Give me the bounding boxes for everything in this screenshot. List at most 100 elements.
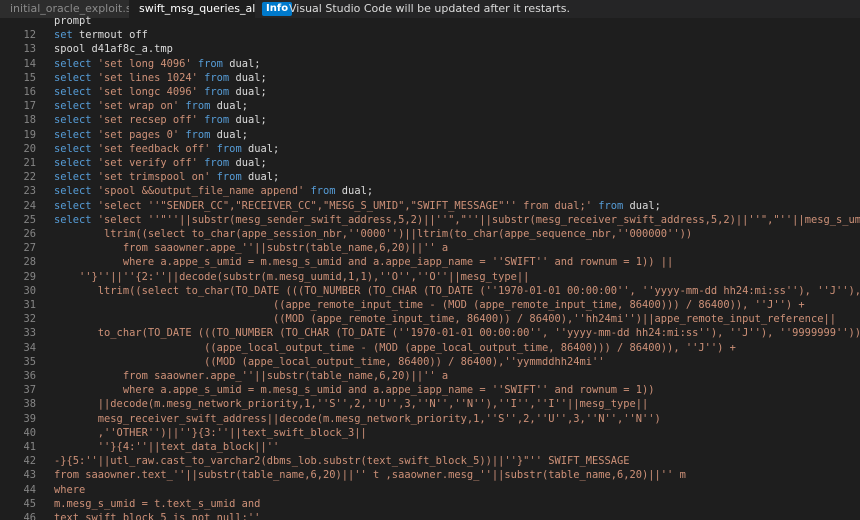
code-token: 'set recsep off'	[97, 114, 198, 127]
code-line[interactable]: 39 mesg_receiver_swift_address||decode(m…	[0, 412, 860, 426]
code-text: ''}''||''{2:''||decode(substr(m.mesg_uum…	[54, 270, 529, 284]
line-number: 23	[23, 185, 36, 198]
code-line[interactable]: 18 select 'set recsep off' from dual;	[0, 113, 860, 127]
code-token: dual;	[335, 185, 374, 198]
code-token: spool d41af8c_a.tmp	[54, 43, 173, 56]
code-line[interactable]: 33 to_char(TO_DATE (((TO_NUMBER (TO_CHAR…	[0, 326, 860, 340]
code-line[interactable]: 44 where	[0, 483, 860, 497]
code-token: 'select ''"SENDER_CC","RECEIVER_CC","MES…	[97, 199, 592, 212]
code-token: 'set lines 1024'	[97, 71, 198, 84]
code-line[interactable]: 45 m.mesg_s_umid = t.text_s_umid and	[0, 497, 860, 511]
code-token: dual;	[222, 57, 261, 70]
code-text: select 'set feedback off' from dual;	[54, 142, 279, 156]
code-line[interactable]: 16 select 'set longc 4096' from dual;	[0, 85, 860, 99]
code-line[interactable]: 12 set termout off	[0, 28, 860, 42]
code-line[interactable]: prompt	[0, 14, 860, 28]
line-number: 33	[23, 327, 36, 340]
code-line[interactable]: 46 text_swift_block_5 is not null;''	[0, 511, 860, 520]
line-number: 14	[23, 57, 36, 70]
code-line[interactable]: 19 select 'set pages 0' from dual;	[0, 128, 860, 142]
code-line[interactable]: 20 select 'set feedback off' from dual;	[0, 142, 860, 156]
line-number: 24	[23, 199, 36, 212]
line-number: 12	[23, 29, 36, 42]
code-line[interactable]: 13 spool d41af8c_a.tmp	[0, 42, 860, 56]
code-token: 'select ''"''||substr(mesg_sender_swift_…	[97, 213, 860, 226]
code-text: ((appe_local_output_time - (MOD (appe_lo…	[54, 341, 736, 355]
code-token: dual;	[241, 171, 280, 184]
line-number: 22	[23, 171, 36, 184]
code-line[interactable]: 14 select 'set long 4096' from dual;	[0, 57, 860, 71]
line-number: 28	[23, 256, 36, 269]
code-token: dual;	[241, 142, 280, 155]
code-token: dual;	[229, 86, 267, 98]
code-token: select	[54, 128, 98, 141]
code-token: 'set longc 4096'	[97, 86, 198, 98]
code-line[interactable]: 27 from saaowner.appe_''||substr(table_n…	[0, 241, 860, 255]
code-token: ''}{4:''||text_data_block||''	[54, 441, 280, 453]
code-token: select	[54, 157, 98, 169]
code-token: mesg_receiver_swift_address||decode(m.me…	[54, 412, 661, 425]
code-token: 'set verify off'	[97, 157, 198, 169]
line-number: 43	[23, 469, 36, 482]
line-number: 20	[23, 142, 36, 155]
code-text: ((MOD (appe_remote_input_time, 86400)) /…	[54, 312, 836, 326]
code-editor[interactable]: prompt 12 set termout off 13 spool d41af8c_a…	[0, 14, 860, 520]
code-text: ''}{4:''||text_data_block||''	[54, 440, 279, 454]
code-line[interactable]: 29 ''}''||''{2:''||decode(substr(m.mesg_…	[0, 270, 860, 284]
code-text: from saaowner.appe_''||substr(table_name…	[54, 369, 448, 383]
code-line[interactable]: 30 ltrim((select to_char(TO_DATE (((TO_N…	[0, 284, 860, 298]
line-number: 40	[23, 426, 36, 439]
code-token: select	[54, 57, 98, 70]
line-number: 44	[23, 483, 36, 496]
code-token: -}{5:''||utl_raw.cast_to_varchar2(dbms_l…	[54, 455, 630, 468]
code-text: spool d41af8c_a.tmp	[54, 42, 173, 56]
line-number: 30	[23, 284, 36, 297]
line-number: 32	[23, 313, 36, 326]
code-token: ((MOD (appe_remote_input_time, 86400)) /…	[54, 313, 836, 326]
code-token: prompt	[54, 15, 92, 27]
code-line[interactable]: 35 ((MOD (appe_local_output_time, 86400)…	[0, 355, 860, 369]
line-number: 41	[23, 441, 36, 453]
code-line[interactable]: 28 where a.appe_s_umid = m.mesg_s_umid a…	[0, 255, 860, 269]
code-token: 'spool &&output_file_name append'	[97, 185, 305, 198]
code-token: select	[54, 100, 98, 113]
code-text: select 'set wrap on' from dual;	[54, 99, 248, 113]
code-token: dual;	[229, 71, 267, 84]
code-line[interactable]: 23 select 'spool &&output_file_name appen…	[0, 184, 860, 198]
code-token: select	[54, 142, 98, 155]
code-line[interactable]: 26 ltrim((select to_char(appe_session_nb…	[0, 227, 860, 241]
code-line[interactable]: 31 ((appe_remote_input_time - (MOD (appe…	[0, 298, 860, 312]
line-number: 15	[23, 71, 36, 84]
code-line[interactable]: 21 select 'set verify off' from dual;	[0, 156, 860, 170]
code-line[interactable]: 24 select 'select ''"SENDER_CC","RECEIVER…	[0, 199, 860, 213]
code-line[interactable]: 42 -}{5:''||utl_raw.cast_to_varchar2(dbms…	[0, 454, 860, 468]
code-text: ((appe_remote_input_time - (MOD (appe_re…	[54, 298, 805, 312]
code-text: select 'spool &&output_file_name append'…	[54, 184, 373, 198]
code-line[interactable]: 25 select 'select ''"''||substr(mesg_send…	[0, 213, 860, 227]
code-token: ((MOD (appe_local_output_time, 86400)) /…	[54, 355, 605, 368]
code-line[interactable]: 34 ((appe_local_output_time - (MOD (appe…	[0, 341, 860, 355]
code-text: mesg_receiver_swift_address||decode(m.me…	[54, 412, 661, 426]
code-text: select 'set long 4096' from dual;	[54, 57, 260, 71]
code-token: select	[54, 114, 98, 127]
code-token: from	[204, 114, 230, 127]
code-line[interactable]: 32 ((MOD (appe_remote_input_time, 86400)…	[0, 312, 860, 326]
code-line[interactable]: 37 where a.appe_s_umid = m.mesg_s_umid a…	[0, 383, 860, 397]
code-token: from saaowner.text_''||substr(table_name…	[54, 469, 686, 482]
code-line[interactable]: 36 from saaowner.appe_''||substr(table_n…	[0, 369, 860, 383]
code-line[interactable]: 40 ,''OTHER'')||''}{3:''||text_swift_blo…	[0, 426, 860, 440]
code-token: from saaowner.appe_''||substr(table_name…	[54, 242, 449, 255]
line-number: 17	[23, 100, 36, 113]
line-number: 35	[23, 355, 36, 368]
code-line[interactable]: 41 ''}{4:''||text_data_block||''	[0, 440, 860, 454]
code-token: dual;	[210, 128, 248, 141]
code-line[interactable]: 43 from saaowner.text_''||substr(table_na…	[0, 468, 860, 482]
code-text: set termout off	[54, 28, 148, 42]
code-line[interactable]: 17 select 'set wrap on' from dual;	[0, 99, 860, 113]
code-line[interactable]: 38 ||decode(m.mesg_network_priority,1,''…	[0, 397, 860, 411]
code-line[interactable]: 15 select 'set lines 1024' from dual;	[0, 71, 860, 85]
code-text: -}{5:''||utl_raw.cast_to_varchar2(dbms_l…	[54, 454, 630, 468]
code-line[interactable]: 22 select 'set trimspool on' from dual;	[0, 170, 860, 184]
code-text: ltrim((select to_char(appe_session_nbr,'…	[54, 227, 692, 241]
code-token: 'set trimspool on'	[97, 171, 211, 184]
